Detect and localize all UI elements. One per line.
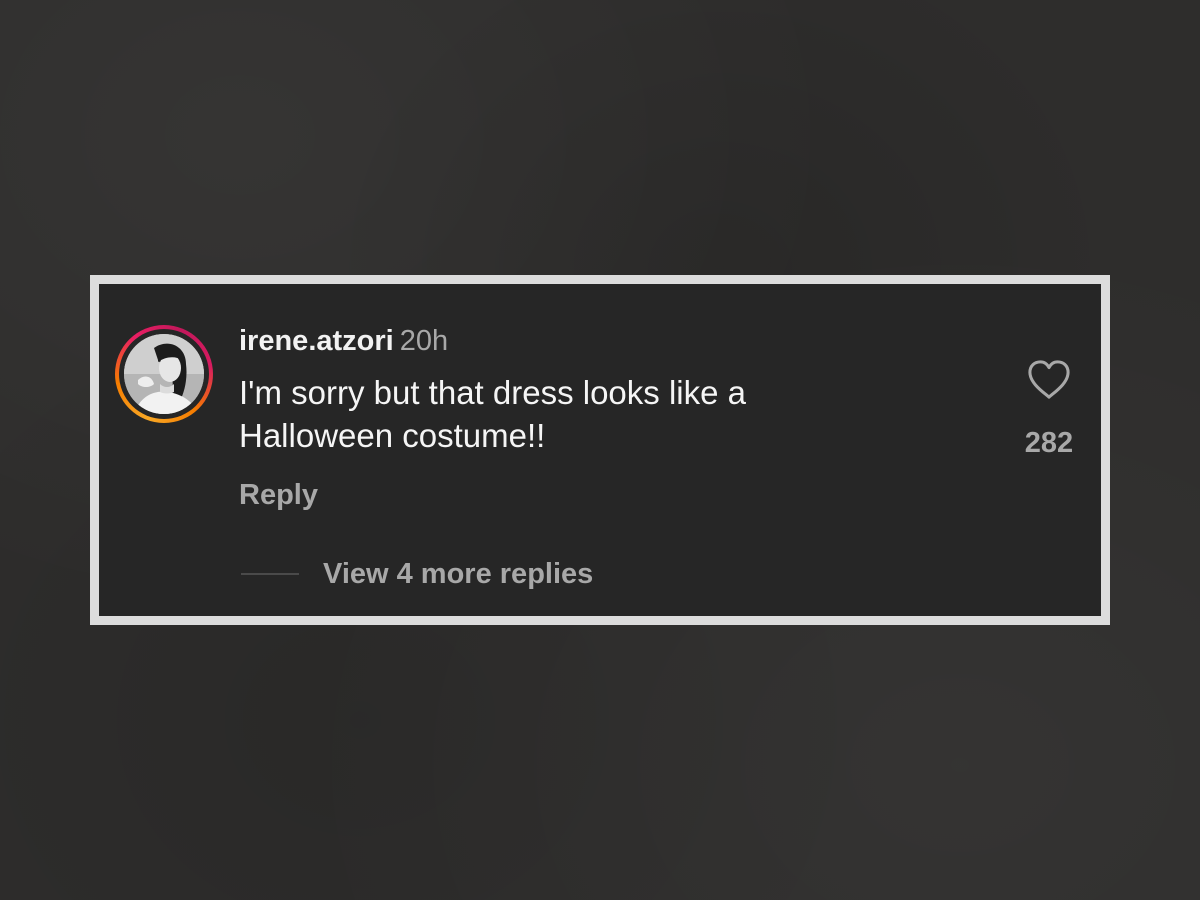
heart-outline-icon[interactable] [1026,359,1072,401]
like-count: 282 [1024,427,1074,459]
comment-header: irene.atzori 20h [239,324,448,358]
comment-text: I'm sorry but that dress looks like a Ha… [239,374,746,454]
username-link[interactable]: irene.atzori [239,325,394,357]
comment-card: irene.atzori 20h I'm sorry but that dress… [90,275,1110,625]
reply-button[interactable]: Reply [239,478,318,512]
view-replies-label: View 4 more replies [323,558,594,590]
avatar-story-ring-gap [119,329,209,419]
replies-divider [241,573,299,575]
view-replies-button[interactable]: View 4 more replies [241,557,593,591]
avatar[interactable] [115,325,213,423]
comment-timestamp: 20h [399,325,449,357]
avatar-photo [124,334,204,414]
profile-photo-icon [124,334,204,414]
